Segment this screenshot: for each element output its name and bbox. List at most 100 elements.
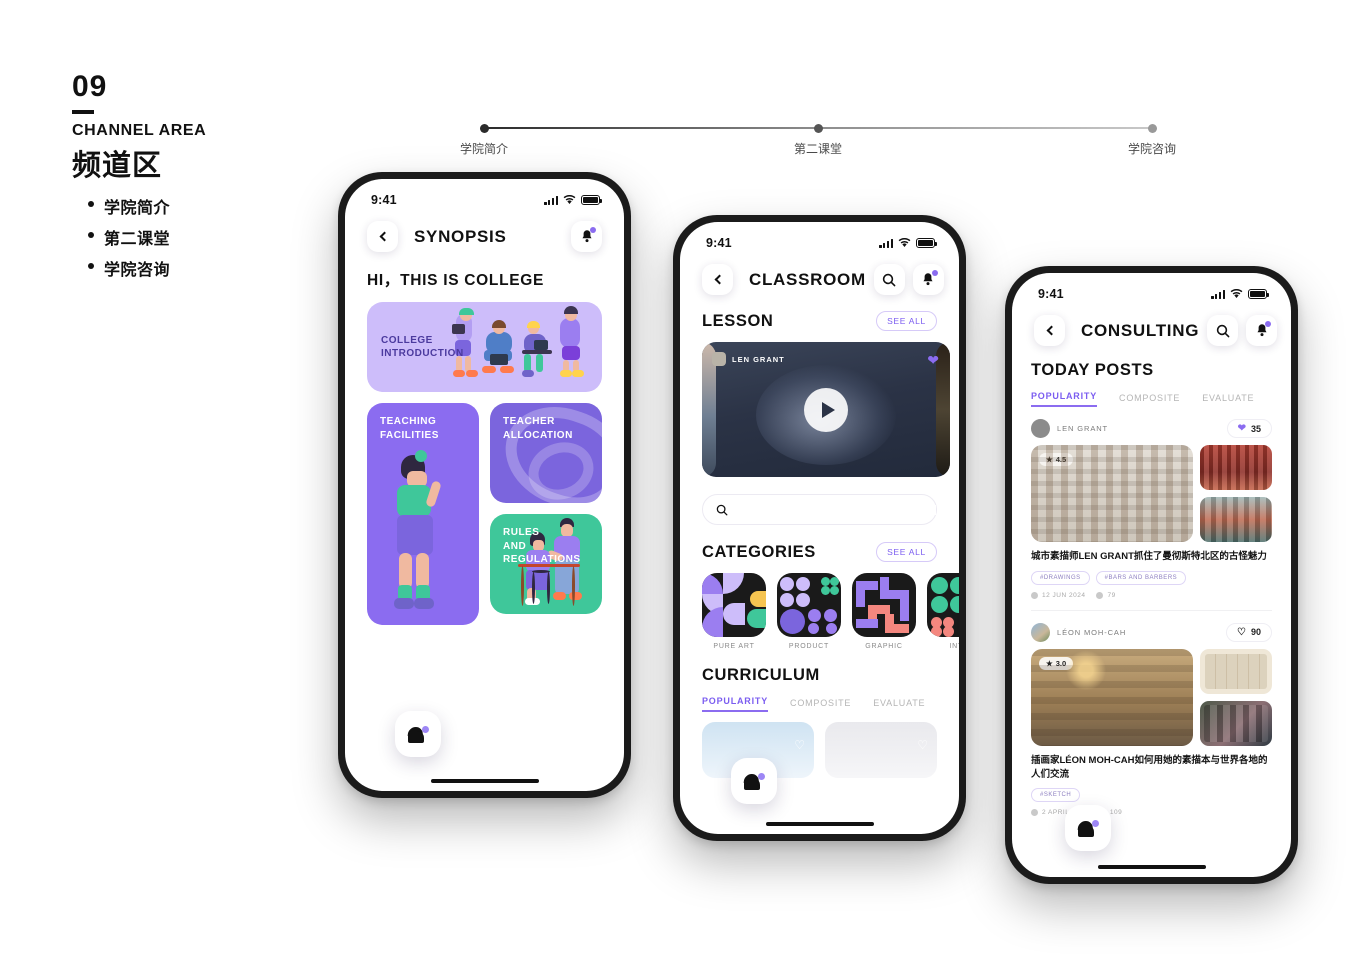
timeline-node-1[interactable] xyxy=(480,124,489,133)
cards-column-left: TEACHING FACILITIES xyxy=(367,403,479,625)
status-bar: 9:41 xyxy=(345,179,624,213)
screen-consulting: 9:41 CONSULTING TODAY POSTS POPULARITY C… xyxy=(1012,273,1291,877)
rating-badge: ★ 3.0 xyxy=(1039,656,1074,670)
notifications-button[interactable] xyxy=(912,264,944,295)
post-image-thumb[interactable] xyxy=(1200,648,1272,694)
heart-filled-icon[interactable]: ❤ xyxy=(927,352,939,369)
page-title: CONSULTING xyxy=(1081,320,1200,340)
card-college-introduction[interactable]: COLLEGE INTRODUCTION xyxy=(367,302,602,392)
like-counter[interactable]: ❤ 35 xyxy=(1226,419,1272,438)
notifications-button[interactable] xyxy=(571,221,602,252)
curriculum-card[interactable]: ♡ xyxy=(825,722,937,778)
post-image-thumb[interactable] xyxy=(1200,445,1272,490)
card-teacher-allocation[interactable]: TEACHER ALLOCATION xyxy=(490,403,602,503)
status-icons xyxy=(1211,289,1270,299)
post-image-side-column xyxy=(1200,445,1272,542)
lesson-carousel[interactable]: LEN GRANT ❤ xyxy=(680,342,959,477)
chevron-left-icon xyxy=(714,274,724,285)
avatar xyxy=(712,352,726,366)
rating-value: 4.5 xyxy=(1055,455,1067,464)
home-button[interactable] xyxy=(731,758,777,804)
search-bar[interactable] xyxy=(702,494,937,525)
home-indicator xyxy=(430,779,539,783)
post-image-thumb[interactable] xyxy=(1200,700,1272,746)
home-indicator xyxy=(765,822,874,826)
tab-popularity[interactable]: POPULARITY xyxy=(1031,391,1098,407)
category-tile-interaction xyxy=(927,573,959,637)
categories-carousel[interactable]: PURE ART PRODUCT GRAPHIC IN xyxy=(680,573,959,650)
category-item[interactable]: GRAPHIC xyxy=(852,573,916,650)
post-card[interactable]: LEN GRANT ❤ 35 ★ 4.5 城市素描师LEN GRANT抓住了曼彻… xyxy=(1012,419,1291,611)
play-button[interactable] xyxy=(804,387,848,432)
card-label: TEACHING FACILITIES xyxy=(380,416,439,441)
post-author[interactable]: LEN GRANT xyxy=(1031,419,1108,438)
tab-composite[interactable]: COMPOSITE xyxy=(1119,393,1180,407)
like-counter[interactable]: ♡ 90 xyxy=(1226,622,1272,642)
rating-value: 3.0 xyxy=(1055,658,1067,668)
post-image-thumb[interactable] xyxy=(1200,497,1272,542)
back-button[interactable] xyxy=(702,264,733,295)
notifications-button[interactable] xyxy=(1246,315,1278,346)
battery-icon xyxy=(916,238,938,248)
flow-timeline: 学院简介 第二课堂 学院咨询 xyxy=(460,124,1176,168)
post-image-main[interactable]: ★ 4.5 xyxy=(1031,445,1193,542)
post-image-main[interactable]: ★ 3.0 xyxy=(1031,648,1193,746)
category-item[interactable]: PURE ART xyxy=(702,573,766,650)
rating-badge: ★ 4.5 xyxy=(1039,453,1074,466)
home-button[interactable] xyxy=(1065,805,1111,851)
search-button[interactable] xyxy=(873,264,905,295)
card-rules-and-regulations[interactable]: RULES AND REGULATIONS xyxy=(490,514,602,614)
post-date: 12 JUN 2024 xyxy=(1031,591,1085,599)
heart-outline-icon[interactable]: ♡ xyxy=(794,738,805,752)
back-button[interactable] xyxy=(367,221,398,252)
card-label: TEACHER ALLOCATION xyxy=(503,416,573,441)
heart-outline-icon: ♡ xyxy=(1237,626,1246,638)
search-input[interactable] xyxy=(735,504,936,515)
home-button[interactable] xyxy=(395,711,441,757)
timeline-node-2[interactable] xyxy=(814,124,823,133)
like-count: 35 xyxy=(1250,423,1261,434)
status-time: 9:41 xyxy=(371,193,397,207)
tag[interactable]: #BARS AND BARBERS xyxy=(1095,570,1187,585)
post-text: 城市素描师LEN GRANT抓住了曼彻斯特北区的古怪魅力 xyxy=(1031,551,1267,562)
post-author-name: LEN GRANT xyxy=(1057,424,1109,433)
post-views: 79 xyxy=(1096,591,1115,599)
category-item[interactable]: PRODUCT xyxy=(777,573,841,650)
lesson-video-card[interactable]: LEN GRANT ❤ xyxy=(702,342,950,477)
tag[interactable]: #SKETCH xyxy=(1031,788,1081,803)
curriculum-cards: ♡ ♡ xyxy=(680,712,959,778)
heart-outline-icon[interactable]: ♡ xyxy=(917,738,928,752)
tab-evaluate[interactable]: EVALUATE xyxy=(873,698,925,712)
section-label-block: 09 CHANNEL AREA 频道区 学院简介 第二课堂 学院咨询 xyxy=(72,70,332,287)
avatar xyxy=(1031,419,1050,438)
post-header: LEN GRANT ❤ 35 xyxy=(1031,419,1272,438)
phone-mockup-synopsis: 9:41 SYNOPSIS HI，THIS IS COLLEGE COLLEGE… xyxy=(338,172,631,798)
categories-see-all-button[interactable]: SEE ALL xyxy=(876,542,937,562)
notification-badge xyxy=(931,270,938,276)
section-bullet-list: 学院简介 第二课堂 学院咨询 xyxy=(72,194,332,280)
lesson-author-name: LEN GRANT xyxy=(732,354,785,364)
card-teaching-facilities[interactable]: TEACHING FACILITIES xyxy=(367,403,479,625)
tab-composite[interactable]: COMPOSITE xyxy=(790,698,851,712)
category-item[interactable]: INTE xyxy=(927,573,959,650)
star-icon: ★ xyxy=(1046,455,1053,464)
cards-grid: TEACHING FACILITIES TEACHER ALLOCATION R… xyxy=(367,403,602,625)
post-card[interactable]: LÉON MOH-CAH ♡ 90 ★ 3.0 插画家LÉON MOH-CAH如… xyxy=(1012,622,1291,817)
wifi-icon xyxy=(898,238,911,247)
screen-classroom: 9:41 CLASSROOM LESSON SEE ALL LEN GRANT xyxy=(680,222,959,834)
search-button[interactable] xyxy=(1207,315,1239,346)
nav-bar: CLASSROOM xyxy=(680,256,959,295)
nav-bar: SYNOPSIS xyxy=(345,213,624,252)
search-icon xyxy=(716,504,728,515)
back-button[interactable] xyxy=(1034,315,1065,346)
list-item: 学院简介 xyxy=(88,194,332,218)
home-icon xyxy=(1077,819,1099,837)
lesson-see-all-button[interactable]: SEE ALL xyxy=(876,311,937,331)
timeline-node-3[interactable] xyxy=(1148,124,1157,133)
tab-evaluate[interactable]: EVALUATE xyxy=(1202,393,1254,407)
post-images: ★ 3.0 xyxy=(1031,648,1272,746)
tab-popularity[interactable]: POPULARITY xyxy=(702,696,769,712)
tag[interactable]: #DRAWINGS xyxy=(1031,570,1090,585)
post-author[interactable]: LÉON MOH-CAH xyxy=(1031,622,1126,642)
curriculum-header: CURRICULUM xyxy=(680,650,959,685)
